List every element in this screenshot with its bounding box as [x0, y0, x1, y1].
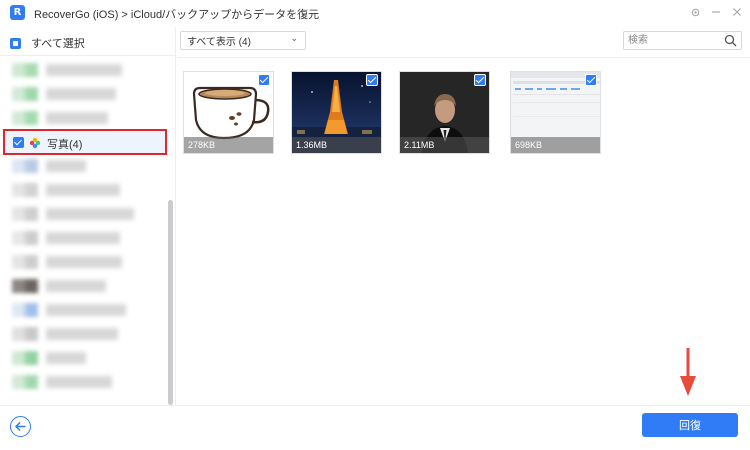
category-icon — [12, 279, 38, 293]
minimize-icon[interactable] — [709, 5, 723, 19]
main-content: すべて表示 (4) ⌄ 278KB — [177, 27, 750, 405]
category-icon — [12, 63, 38, 77]
category-icon — [12, 351, 38, 365]
select-all-row[interactable]: すべて選択 — [10, 35, 85, 51]
search-box[interactable] — [623, 31, 742, 50]
app-logo-icon: R — [10, 5, 25, 20]
photo-size-label: 278KB — [184, 137, 273, 153]
sidebar-item-blurred[interactable] — [0, 107, 168, 129]
category-label-blurred — [46, 64, 122, 76]
photo-thumbnail-coffee-cup[interactable]: 278KB — [183, 71, 274, 154]
settings-gear-icon[interactable] — [688, 5, 702, 19]
photo-checkbox[interactable] — [366, 74, 378, 86]
arrow-left-icon — [14, 421, 26, 432]
sidebar-item-blurred[interactable] — [0, 59, 168, 81]
category-icon — [12, 111, 38, 125]
photo-checkbox[interactable] — [258, 74, 270, 86]
select-all-checkbox[interactable] — [10, 37, 21, 49]
category-icon — [12, 207, 38, 221]
sidebar-item-blurred[interactable] — [0, 227, 168, 249]
filter-dropdown-value: すべて表示 (4) — [187, 37, 251, 48]
photo-thumbnail-man-in-suit[interactable]: 2.11MB — [399, 71, 490, 154]
sidebar-item-blurred[interactable] — [0, 299, 168, 321]
sidebar-item-photos[interactable]: 写真(4) — [3, 129, 167, 155]
category-label-blurred — [46, 328, 118, 340]
photo-thumbnail-night-tower[interactable]: 1.36MB — [291, 71, 382, 154]
search-icon[interactable] — [724, 34, 737, 47]
photo-size-label: 1.36MB — [292, 137, 381, 153]
title-bar: R RecoverGo (iOS) > iCloud/バックアップからデータを復… — [0, 0, 750, 26]
category-label-blurred — [46, 112, 108, 124]
category-icon — [12, 87, 38, 101]
category-label-blurred — [46, 304, 126, 316]
sidebar-item-blurred[interactable] — [0, 347, 168, 369]
category-sidebar: すべて選択 — [0, 27, 176, 405]
close-icon[interactable] — [730, 5, 744, 19]
category-icon — [12, 231, 38, 245]
photo-checkbox[interactable] — [474, 74, 486, 86]
category-label-blurred — [46, 160, 86, 172]
annotation-arrow-icon — [680, 348, 696, 396]
category-label-blurred — [46, 256, 122, 268]
category-icon — [12, 183, 38, 197]
sidebar-item-blurred[interactable] — [0, 323, 168, 345]
photos-item-label: 写真(4) — [47, 139, 83, 151]
category-icon — [12, 375, 38, 389]
photos-app-icon — [29, 136, 41, 149]
category-icon — [12, 159, 38, 173]
select-all-label: すべて選択 — [31, 38, 85, 50]
category-label-blurred — [46, 184, 120, 196]
sidebar-divider — [0, 55, 176, 56]
window-title: RecoverGo (iOS) > iCloud/バックアップからデータを復元 — [34, 9, 320, 21]
search-input[interactable] — [628, 34, 718, 47]
recover-button[interactable]: 回復 — [642, 413, 738, 437]
category-label-blurred — [46, 208, 134, 220]
sidebar-item-blurred[interactable] — [0, 179, 168, 201]
app-window: R RecoverGo (iOS) > iCloud/バックアップからデータを復… — [0, 0, 750, 450]
category-label-blurred — [46, 232, 120, 244]
category-label-blurred — [46, 280, 106, 292]
category-icon — [12, 255, 38, 269]
photo-size-label: 2.11MB — [400, 137, 489, 153]
sidebar-item-blurred[interactable] — [0, 371, 168, 393]
sidebar-item-blurred[interactable] — [0, 203, 168, 225]
back-button[interactable] — [10, 416, 31, 437]
category-label-blurred — [46, 352, 86, 364]
photo-checkbox[interactable] — [585, 74, 597, 86]
category-icon — [12, 327, 38, 341]
photo-thumbnail-screenshot[interactable]: 698KB — [510, 71, 601, 154]
footer-divider — [0, 405, 750, 406]
sidebar-scrollbar[interactable] — [168, 200, 173, 405]
category-label-blurred — [46, 88, 116, 100]
chevron-down-icon: ⌄ — [290, 34, 298, 44]
photo-size-label: 698KB — [511, 137, 600, 153]
toolbar-divider — [177, 57, 750, 58]
category-icon — [12, 303, 38, 317]
filter-dropdown[interactable]: すべて表示 (4) ⌄ — [180, 31, 306, 50]
sidebar-item-blurred[interactable] — [0, 251, 168, 273]
sidebar-item-blurred[interactable] — [0, 83, 168, 105]
category-label-blurred — [46, 376, 112, 388]
photos-checkbox[interactable] — [13, 137, 24, 148]
sidebar-item-blurred[interactable] — [0, 155, 168, 177]
sidebar-item-blurred[interactable] — [0, 275, 168, 297]
